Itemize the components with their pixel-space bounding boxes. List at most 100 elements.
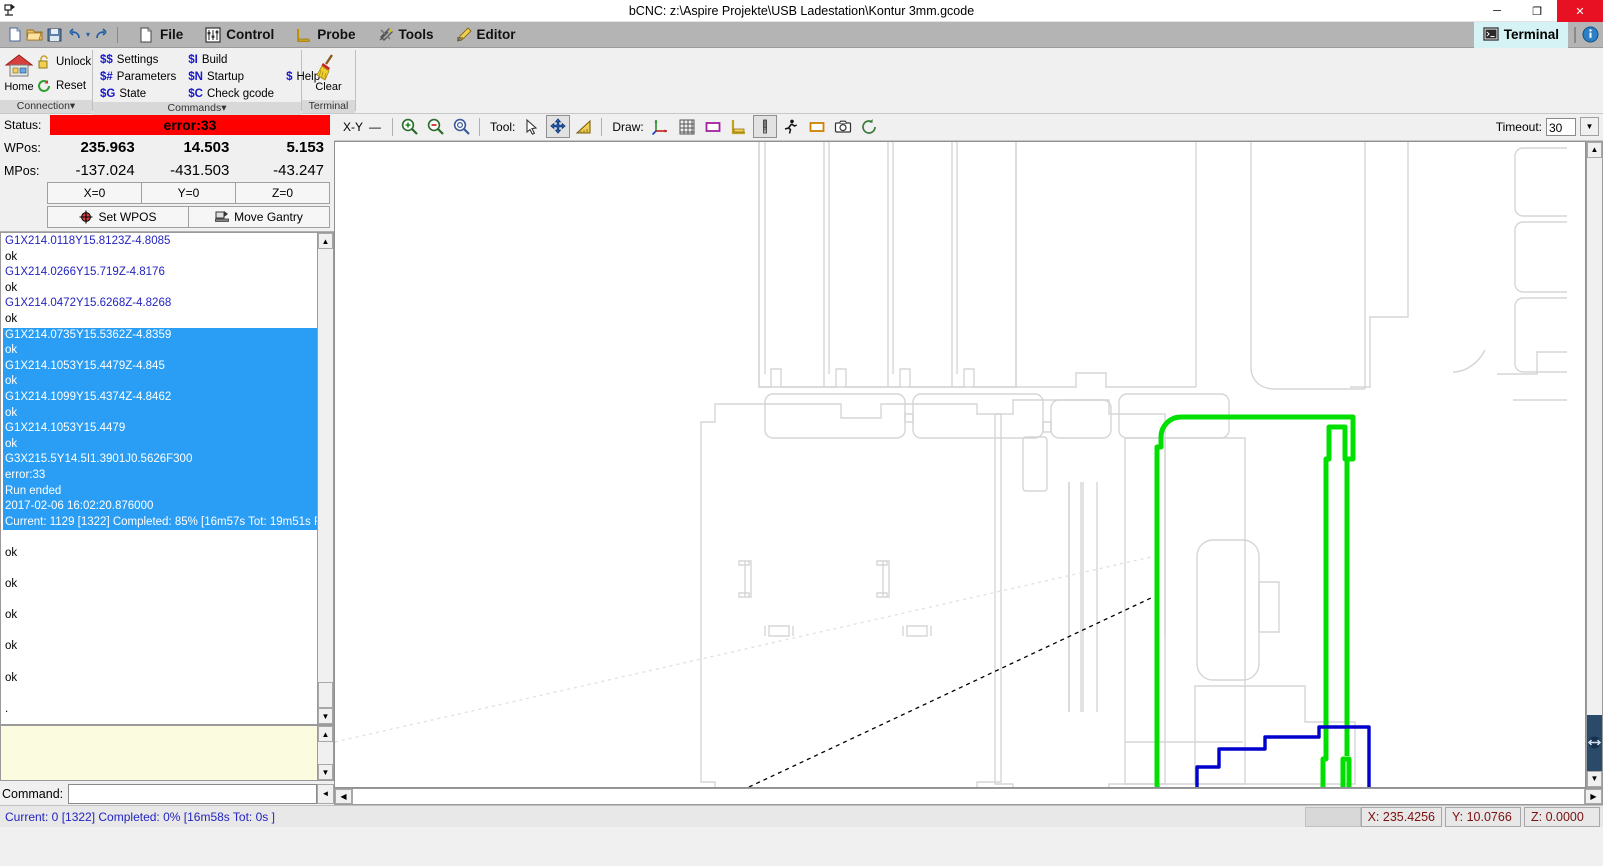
terminal-log-list[interactable]: G1X214.0118Y15.8123Z-4.8085 ok G1X214.0266…: [0, 232, 317, 725]
terminal-log-line[interactable]: ok: [3, 608, 317, 624]
note-textbox[interactable]: [0, 725, 317, 781]
timeout-input[interactable]: 30: [1546, 117, 1576, 136]
menu-tab-editor[interactable]: Editor: [445, 22, 527, 48]
cmd-state-button[interactable]: $G State: [97, 85, 179, 102]
canvas-vertical-scrollbar[interactable]: ▲ ▼: [1586, 140, 1603, 788]
cmd-settings-button[interactable]: $$ Settings: [97, 51, 179, 68]
terminal-log-line[interactable]: ok: [3, 671, 317, 687]
terminal-log-line[interactable]: ok: [3, 374, 317, 390]
zero-x-button[interactable]: X=0: [47, 182, 142, 204]
new-file-icon[interactable]: [6, 26, 23, 43]
canvas-resize-grip[interactable]: [1587, 714, 1602, 771]
canvas-hscroll-thumb[interactable]: [352, 788, 1585, 804]
zero-z-button[interactable]: Z=0: [235, 182, 330, 204]
maximize-button[interactable]: ❐: [1517, 0, 1557, 22]
set-wpos-button[interactable]: Set WPOS: [47, 206, 189, 228]
command-history-arrow-icon[interactable]: ◄: [317, 783, 334, 804]
redo-arrow-icon[interactable]: [93, 26, 110, 43]
home-button[interactable]: Home: [4, 51, 34, 93]
scroll-thumb[interactable]: [318, 682, 333, 708]
undo-arrow-icon[interactable]: [66, 26, 83, 43]
terminal-log-line[interactable]: G1X214.1053Y15.4479Z-4.845: [3, 358, 317, 375]
open-folder-icon[interactable]: [26, 26, 43, 43]
cmd-startup-button[interactable]: $N Startup: [185, 68, 277, 85]
terminal-log-line[interactable]: [3, 655, 317, 671]
terminal-log-line[interactable]: Current: 1129 [1322] Completed: 85% [16m…: [3, 514, 317, 531]
close-button[interactable]: ✕: [1557, 0, 1603, 22]
terminal-log-line[interactable]: ok: [3, 343, 317, 359]
canvas-scroll-down-icon[interactable]: ▼: [1587, 770, 1602, 787]
terminal-log-line[interactable]: error:33: [3, 467, 317, 484]
undo-dropdown-arrow[interactable]: ▾: [86, 30, 90, 39]
scroll-down-arrow-icon[interactable]: ▼: [318, 708, 333, 724]
minimize-button[interactable]: ─: [1477, 0, 1517, 22]
move-gantry-button[interactable]: Move Gantry: [188, 206, 330, 228]
terminal-log-line[interactable]: ok: [3, 312, 317, 328]
pan-move-icon[interactable]: [546, 115, 571, 139]
unlock-button[interactable]: Unlock: [34, 53, 94, 70]
canvas-scroll-right-icon[interactable]: ▶: [1585, 788, 1602, 804]
terminal-log-line[interactable]: Run ended: [3, 483, 317, 500]
scroll-up-arrow-icon[interactable]: ▲: [318, 233, 333, 249]
terminal-log-line[interactable]: 2017-02-06 16:02:20.876000: [3, 499, 317, 515]
terminal-log-line[interactable]: ok: [3, 546, 317, 562]
axes-icon[interactable]: [649, 115, 673, 138]
terminal-log-line[interactable]: [3, 624, 317, 640]
terminal-log-line[interactable]: [3, 593, 317, 609]
timeout-dropdown-arrow-icon[interactable]: ▼: [1580, 117, 1599, 137]
save-disk-icon[interactable]: [46, 26, 63, 43]
terminal-log-line[interactable]: ok: [3, 250, 317, 266]
menu-tab-probe[interactable]: Probe: [285, 22, 366, 48]
menu-tab-tools[interactable]: Tools: [367, 22, 445, 48]
clear-button[interactable]: Clear: [308, 51, 350, 93]
zero-y-button[interactable]: Y=0: [141, 182, 236, 204]
select-arrow-icon[interactable]: [520, 115, 544, 138]
endmill-icon[interactable]: [752, 115, 777, 139]
terminal-log-line[interactable]: G1X214.1053Y15.4479: [3, 421, 317, 437]
grid-icon[interactable]: [675, 115, 699, 138]
gcode-canvas[interactable]: [334, 140, 1586, 788]
path-runner-icon[interactable]: [779, 115, 803, 138]
view-plane-dropdown[interactable]: X-Y —: [337, 117, 387, 137]
terminal-log-line[interactable]: G1X214.0118Y15.8123Z-4.8085: [3, 234, 317, 250]
canvas-horizontal-scrollbar[interactable]: ◀ ▶: [334, 787, 1603, 805]
terminal-log-line[interactable]: ok: [3, 405, 317, 422]
canvas-scroll-left-icon[interactable]: ◀: [335, 788, 352, 804]
commands-group-arrow[interactable]: ▾: [221, 102, 226, 114]
note-scroll-down-icon[interactable]: ▼: [318, 764, 333, 780]
terminal-log-line[interactable]: ok: [3, 639, 317, 655]
terminal-log-line[interactable]: [3, 686, 317, 702]
arc-reverse-icon[interactable]: [857, 115, 881, 138]
note-scrollbar[interactable]: ▲ ▼: [317, 725, 334, 781]
zoom-in-icon[interactable]: [398, 115, 422, 138]
terminal-log-line[interactable]: G3X215.5Y14.5I1.3901J0.5626F300: [3, 452, 317, 468]
workarea-box-icon[interactable]: [805, 115, 829, 138]
zoom-fit-icon[interactable]: [450, 115, 474, 138]
menu-tab-control[interactable]: Control: [194, 22, 285, 48]
cmd-build-button[interactable]: $I Build: [185, 51, 277, 68]
command-input[interactable]: [68, 783, 317, 804]
ruler-corner-icon[interactable]: [727, 115, 751, 138]
terminal-log-line[interactable]: [3, 530, 317, 546]
terminal-log-line[interactable]: ok: [3, 281, 317, 297]
ruler-triangle-icon[interactable]: [572, 115, 596, 138]
reset-button[interactable]: Reset: [34, 77, 94, 94]
cmd-checkgcode-button[interactable]: $C Check gcode: [185, 85, 277, 102]
menu-tab-file[interactable]: File: [128, 22, 194, 48]
camera-icon[interactable]: [831, 115, 855, 138]
terminal-log-line[interactable]: ok: [3, 577, 317, 593]
zoom-out-icon[interactable]: [424, 115, 448, 138]
terminal-log-line[interactable]: G1X214.0735Y15.5362Z-4.8359: [3, 327, 317, 344]
terminal-log-scrollbar[interactable]: ▲ ▼: [317, 232, 334, 725]
note-scroll-up-icon[interactable]: ▲: [318, 726, 333, 742]
tab-terminal[interactable]: Terminal: [1473, 21, 1568, 48]
connection-group-arrow[interactable]: ▾: [70, 100, 75, 112]
terminal-log-line[interactable]: [3, 561, 317, 577]
terminal-log-line[interactable]: G1X214.1099Y15.4374Z-4.8462: [3, 389, 317, 406]
margin-box-icon[interactable]: [701, 115, 725, 138]
info-icon[interactable]: [1582, 26, 1599, 43]
canvas-vscroll-track[interactable]: [1587, 158, 1602, 715]
canvas-scroll-up-icon[interactable]: ▲: [1587, 141, 1602, 158]
cmd-parameters-button[interactable]: $# Parameters: [97, 68, 179, 85]
terminal-log-line[interactable]: ok: [3, 436, 317, 453]
